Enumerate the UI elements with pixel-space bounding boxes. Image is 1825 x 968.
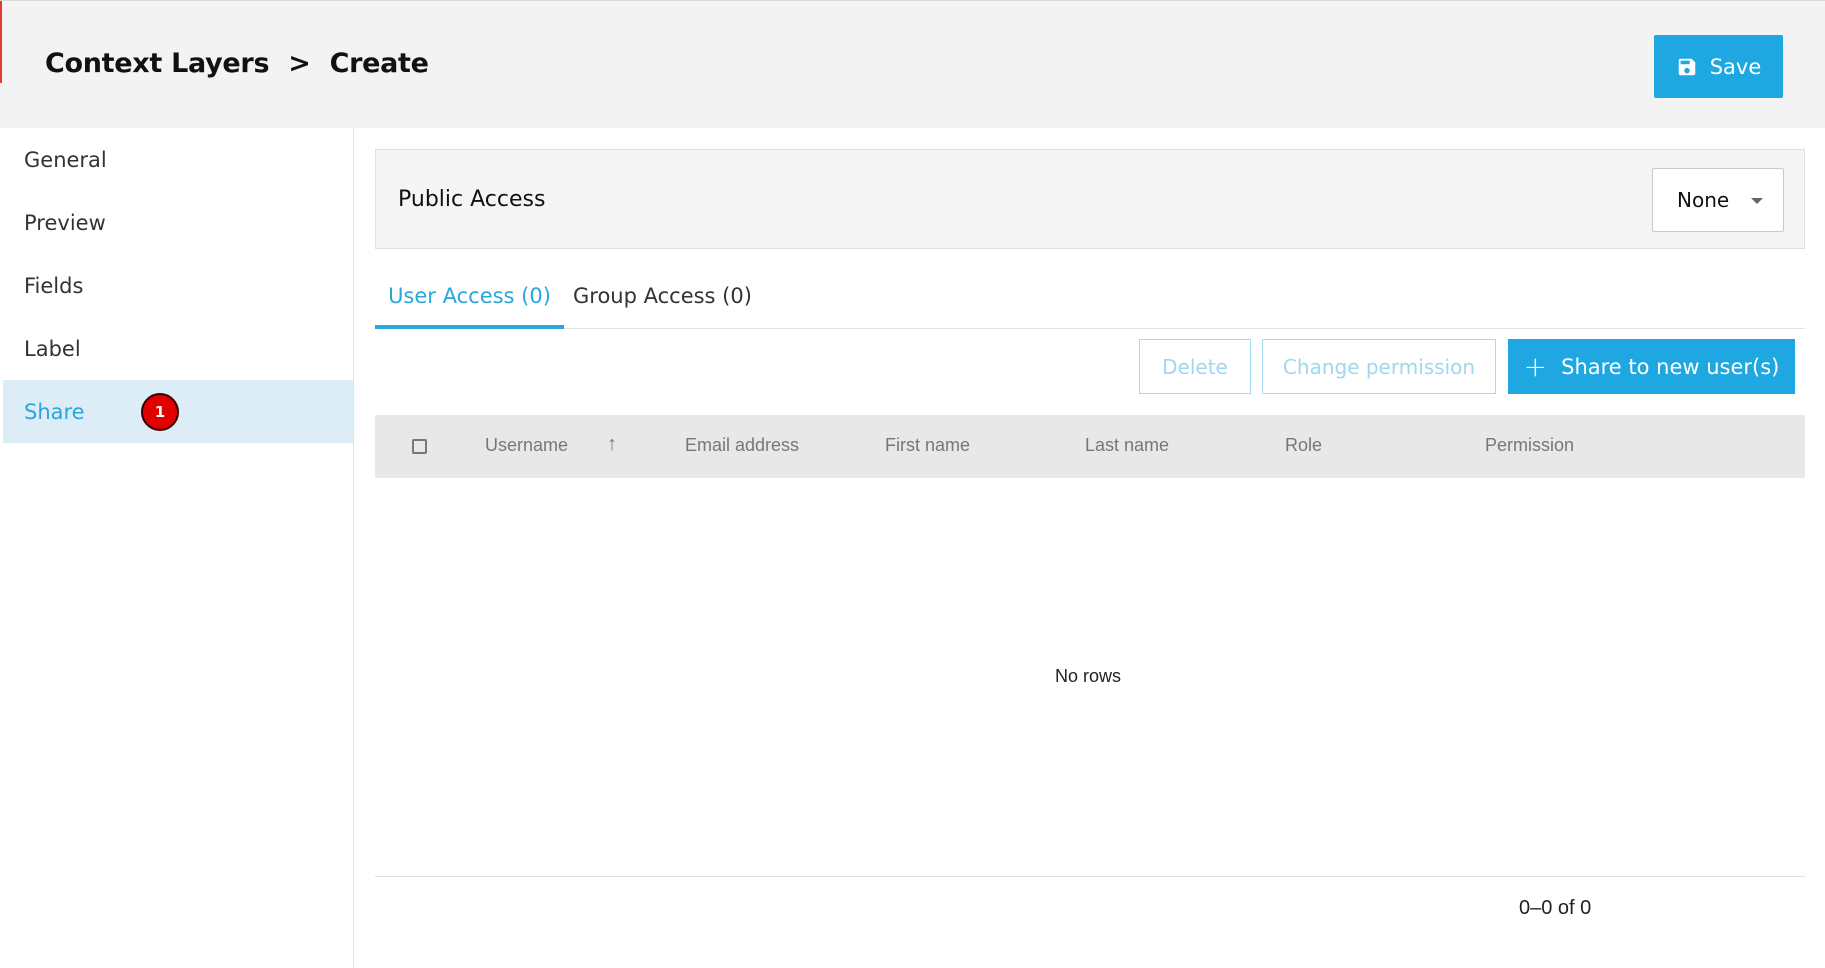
tab-group-access[interactable]: Group Access (0) (573, 275, 752, 329)
public-access-select[interactable]: None (1652, 168, 1784, 232)
column-header-first-name[interactable]: First name (885, 435, 970, 456)
table-footer-divider (375, 876, 1805, 877)
sidebar-item-label: General (24, 147, 107, 172)
tab-user-access[interactable]: User Access (0) (375, 275, 564, 329)
notification-badge: 1 (141, 393, 179, 431)
public-access-selected-value: None (1677, 188, 1730, 212)
access-tabs: User Access (0) Group Access (0) (375, 275, 1805, 329)
delete-button[interactable]: Delete (1139, 339, 1251, 394)
save-icon (1678, 58, 1695, 75)
sort-ascending-icon[interactable]: ↑ (607, 433, 617, 456)
save-button[interactable]: Save (1654, 35, 1783, 98)
breadcrumb: Context Layers > Create (45, 48, 429, 79)
sidebar-item-preview[interactable]: Preview (3, 191, 353, 254)
page-header: Context Layers > Create Save (0, 0, 1825, 128)
plus-icon: + (1523, 349, 1548, 383)
red-edge-marker (0, 1, 2, 83)
sidebar-item-label: Preview (24, 210, 106, 235)
breadcrumb-context-layers[interactable]: Context Layers (45, 48, 270, 79)
breadcrumb-separator: > (288, 48, 311, 79)
sidebar-item-label: Fields (24, 273, 84, 298)
sidebar-item-label[interactable]: Label (3, 317, 353, 380)
column-header-username[interactable]: Username (485, 435, 568, 456)
pagination-info: 0–0 of 0 (1519, 897, 1592, 919)
public-access-panel: Public Access None (375, 149, 1805, 249)
save-button-label: Save (1709, 54, 1762, 79)
sidebar-item-label: Label (24, 336, 81, 361)
chevron-down-icon (1751, 198, 1763, 204)
sidebar-item-general[interactable]: General (3, 128, 353, 191)
breadcrumb-create: Create (329, 48, 429, 79)
select-all-checkbox[interactable] (412, 439, 427, 454)
sidebar-item-label: Share (24, 399, 85, 424)
sidebar-item-fields[interactable]: Fields (3, 254, 353, 317)
table-header: Username ↑ Email address First name Last… (375, 415, 1805, 478)
column-header-last-name[interactable]: Last name (1085, 435, 1169, 456)
sidebar-item-share[interactable]: Share 1 (3, 380, 353, 443)
change-permission-button[interactable]: Change permission (1262, 339, 1496, 394)
share-to-new-users-button[interactable]: + Share to new user(s) (1508, 339, 1795, 394)
empty-table-message: No rows (1055, 666, 1122, 686)
share-button-label: Share to new user(s) (1561, 354, 1780, 379)
column-header-role[interactable]: Role (1285, 435, 1322, 456)
public-access-label: Public Access (398, 187, 546, 212)
column-header-permission[interactable]: Permission (1485, 435, 1574, 456)
column-header-email[interactable]: Email address (685, 435, 799, 456)
sidebar: General Preview Fields Label Share 1 (3, 128, 354, 968)
